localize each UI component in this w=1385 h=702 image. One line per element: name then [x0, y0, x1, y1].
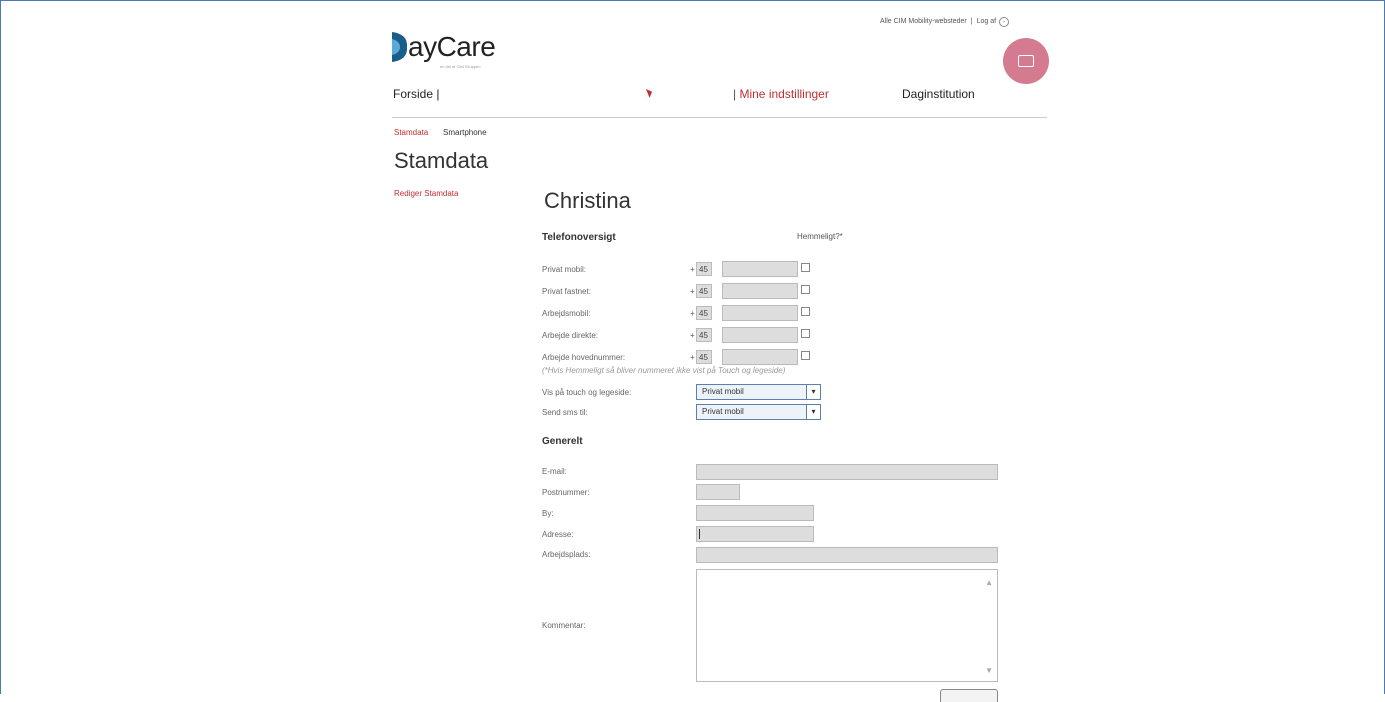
scroll-down-icon[interactable]: ▼	[985, 666, 993, 675]
country-code-field[interactable]: 45	[696, 284, 712, 298]
nav-institution[interactable]: Daginstitution	[902, 87, 975, 101]
all-sites-link[interactable]: Alle CIM Mobility-websteder	[880, 18, 967, 25]
top-links-separator: |	[970, 18, 973, 25]
nav-settings[interactable]: | Mine indstillinger	[733, 87, 829, 101]
secret-checkbox-private-mobile[interactable]	[801, 263, 810, 272]
email-label: E-mail:	[542, 467, 567, 476]
nav-home[interactable]: Forside |	[393, 87, 439, 101]
country-code-field[interactable]: 45	[696, 350, 712, 364]
address-field[interactable]	[696, 526, 814, 542]
workplace-label: Arbejdsplads:	[542, 550, 591, 559]
window-frame	[0, 0, 1385, 694]
phone-label-work-mobile: Arbejdsmobil:	[542, 309, 591, 318]
secret-checkbox-work-mobile[interactable]	[801, 307, 810, 316]
nav-settings-separator: |	[733, 87, 737, 101]
top-links: Alle CIM Mobility-websteder | Log af ›	[880, 17, 1010, 27]
phone-prefix: +	[690, 265, 695, 274]
secret-checkbox-work-direct[interactable]	[801, 329, 810, 338]
phone-number-input-private-mobile[interactable]	[722, 261, 798, 277]
general-section-title: Generelt	[542, 436, 583, 447]
phone-label-private-mobile: Privat mobil:	[542, 265, 587, 274]
secret-footnote: (*Hvis Hemmeligt så bliver nummeret ikke…	[542, 366, 786, 375]
logo-d-mark-icon	[392, 32, 408, 62]
logout-link[interactable]: Log af	[977, 18, 996, 25]
phone-prefix: +	[690, 287, 695, 296]
person-name: Christina	[544, 188, 631, 213]
display-on-touch-value: Privat mobil	[702, 387, 744, 396]
postal-code-field[interactable]	[696, 484, 740, 500]
secret-column-header: Hemmeligt?*	[797, 232, 843, 241]
city-field[interactable]	[696, 505, 814, 521]
workplace-field[interactable]	[696, 547, 998, 563]
breadcrumb-smartphone[interactable]: Smartphone	[443, 128, 487, 137]
display-on-touch-label: Vis på touch og legeside:	[542, 388, 632, 397]
country-code-field[interactable]: 45	[696, 328, 712, 342]
edit-stamdata-link[interactable]: Rediger Stamdata	[394, 189, 458, 198]
phone-section-title: Telefonoversigt	[542, 232, 616, 243]
country-code-field[interactable]: 45	[696, 306, 712, 320]
scroll-up-icon[interactable]: ▲	[985, 578, 993, 587]
city-label: By:	[542, 509, 554, 518]
send-sms-value: Privat mobil	[702, 407, 744, 416]
phone-number-input-private-landline[interactable]	[722, 283, 798, 299]
country-code-field[interactable]: 45	[696, 262, 712, 276]
phone-label-private-landline: Privat fastnet:	[542, 287, 591, 296]
email-field[interactable]	[696, 464, 998, 480]
logout-arrow-icon[interactable]: ›	[999, 17, 1010, 27]
send-sms-select[interactable]: Privat mobil ▾	[696, 404, 821, 420]
phone-prefix: +	[690, 353, 695, 362]
page-title: Stamdata	[394, 148, 489, 173]
phone-label-work-direct: Arbejde direkte:	[542, 331, 599, 340]
chevron-down-icon[interactable]: ▾	[806, 385, 820, 399]
display-on-touch-select[interactable]: Privat mobil ▾	[696, 384, 821, 400]
phone-label-work-main: Arbejde hovednummer:	[542, 353, 626, 362]
postal-code-label: Postnummer:	[542, 488, 590, 497]
comment-label: Kommentar:	[542, 621, 586, 630]
phone-number-input-work-mobile[interactable]	[722, 305, 798, 321]
text-cursor	[699, 529, 700, 539]
phone-prefix: +	[690, 309, 695, 318]
phone-number-input-work-direct[interactable]	[722, 327, 798, 343]
submit-button[interactable]	[940, 689, 998, 702]
comment-textarea[interactable]: ▲ ▼	[696, 569, 998, 682]
daycare-logo[interactable]: ayCare	[390, 30, 496, 64]
logo-tagline: en del af CIM Gruppen	[440, 64, 481, 69]
nav-divider	[392, 117, 1047, 118]
breadcrumb-stamdata[interactable]: Stamdata	[394, 128, 428, 137]
secret-checkbox-work-main[interactable]	[801, 351, 810, 360]
phone-number-input-work-main[interactable]	[722, 349, 798, 365]
nav-home-separator: |	[436, 87, 440, 101]
phone-prefix: +	[690, 331, 695, 340]
chevron-down-icon[interactable]: ▾	[806, 405, 820, 419]
profile-card-button[interactable]	[1003, 38, 1049, 84]
send-sms-label: Send sms til:	[542, 408, 588, 417]
secret-checkbox-private-landline[interactable]	[801, 285, 810, 294]
logo-text: ayCare	[408, 31, 496, 62]
address-label: Adresse:	[542, 530, 574, 539]
id-card-icon	[1018, 55, 1034, 67]
